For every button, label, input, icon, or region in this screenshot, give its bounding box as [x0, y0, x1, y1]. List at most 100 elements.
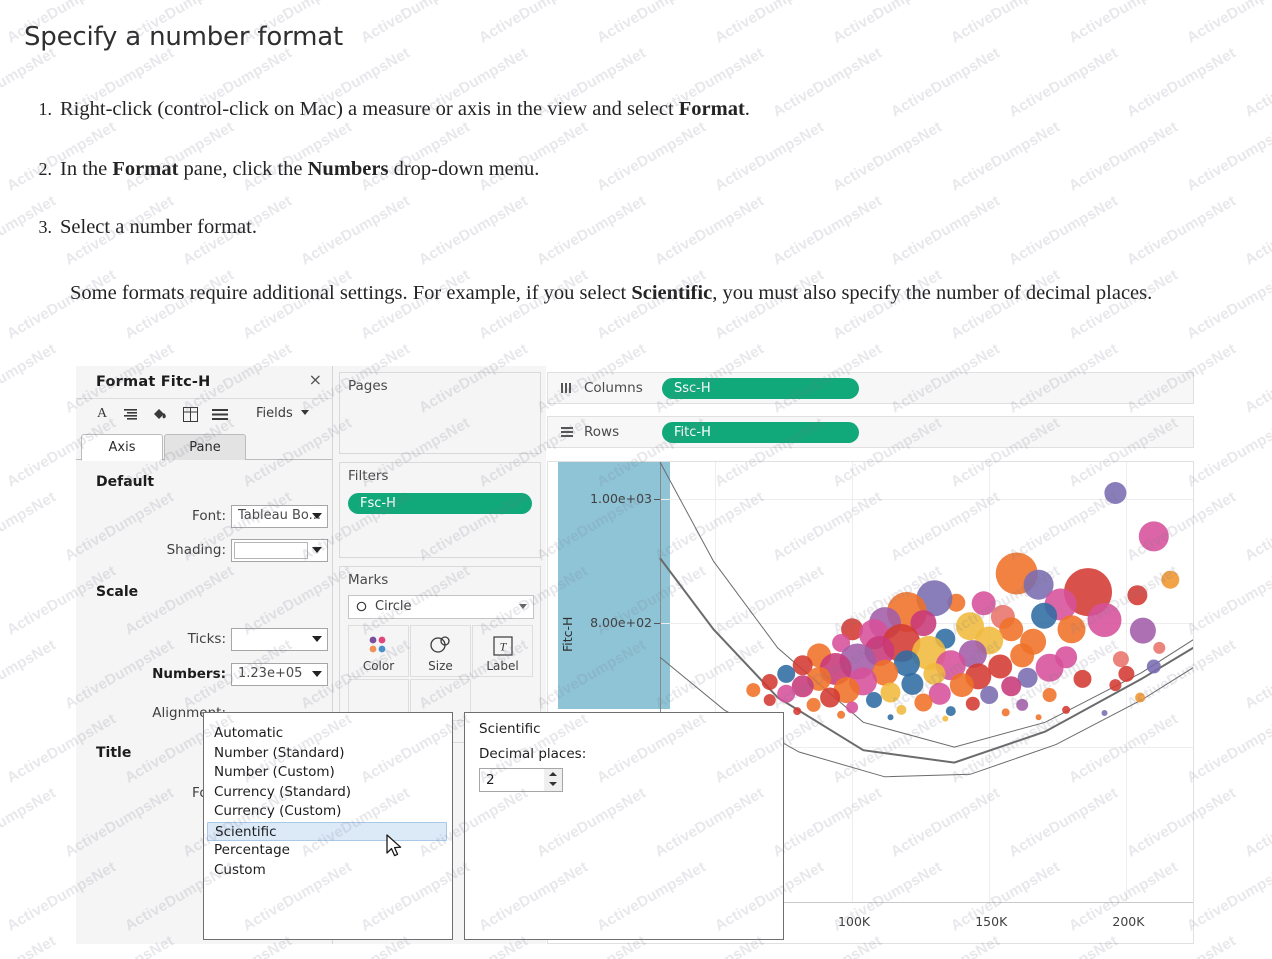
data-point[interactable] [763, 694, 776, 706]
numbers-dropdown[interactable]: 1.23e+05 [231, 663, 328, 686]
data-point[interactable] [1112, 651, 1129, 668]
decimal-places-label: Decimal places: [479, 746, 587, 762]
rows-shelf[interactable]: Rows Fitc-H [547, 416, 1194, 448]
data-point[interactable] [914, 693, 933, 712]
marks-label-label: Label [486, 659, 519, 673]
data-point[interactable] [1035, 714, 1042, 721]
watermark-text: ActiveDumpsNet [0, 266, 1, 342]
data-point[interactable] [793, 707, 802, 716]
data-point[interactable] [1161, 570, 1180, 589]
data-point[interactable] [761, 674, 778, 690]
data-point[interactable] [1016, 698, 1029, 711]
menu-item-currency-custom[interactable]: Currency (Custom) [207, 802, 447, 821]
data-point[interactable] [1035, 653, 1064, 682]
menu-item-automatic[interactable]: Automatic [207, 724, 447, 743]
columns-pill-ssc-h[interactable]: Ssc-H [662, 378, 859, 399]
data-point[interactable] [820, 687, 841, 708]
font-A-icon[interactable]: A [90, 403, 114, 425]
data-point[interactable] [846, 701, 859, 714]
lines-icon[interactable] [208, 403, 232, 425]
data-point[interactable] [1010, 643, 1035, 668]
data-point[interactable] [1031, 602, 1058, 629]
format-toolbar: A Fields [76, 399, 332, 431]
tab-pane[interactable]: Pane [164, 434, 246, 460]
rows-pill-fitc-h[interactable]: Fitc-H [662, 422, 859, 443]
menu-item-percentage[interactable]: Percentage [207, 841, 447, 860]
stepper-up-icon[interactable] [544, 769, 562, 779]
tab-axis[interactable]: Axis [81, 434, 163, 461]
menu-item-currency-standard[interactable]: Currency (Standard) [207, 783, 447, 802]
data-point[interactable] [1104, 482, 1127, 504]
menu-item-number-custom[interactable]: Number (Custom) [207, 763, 447, 782]
data-point[interactable] [980, 686, 999, 704]
scientific-settings-panel[interactable]: Scientific Decimal places: 2 [464, 712, 784, 940]
marks-type-dropdown[interactable]: Circle [348, 595, 534, 619]
data-point[interactable] [949, 673, 974, 698]
data-point[interactable] [1135, 692, 1146, 703]
numbers-label: Numbers: [152, 666, 226, 682]
stepper-down-icon[interactable] [544, 779, 562, 789]
data-point[interactable] [988, 654, 1013, 679]
close-icon[interactable]: × [309, 371, 322, 389]
data-point[interactable] [1042, 688, 1057, 702]
columns-shelf[interactable]: Columns Ssc-H [547, 372, 1194, 404]
data-point[interactable] [777, 684, 796, 703]
data-point[interactable] [1001, 676, 1022, 697]
watermark-text: ActiveDumpsNet [533, 192, 649, 269]
instruction-step-3: 3. Select a number format. [38, 216, 257, 238]
data-point[interactable] [1138, 521, 1169, 552]
data-point[interactable] [901, 672, 924, 695]
filters-card[interactable]: Filters Fsc-H [339, 462, 541, 558]
data-point[interactable] [866, 692, 882, 708]
data-point[interactable] [1001, 708, 1010, 717]
data-point[interactable] [896, 704, 907, 715]
shading-color-picker[interactable] [231, 539, 328, 562]
data-point[interactable] [1073, 669, 1092, 688]
menu-item-custom[interactable]: Custom [207, 861, 447, 880]
marks-label-button[interactable]: T Label [472, 625, 533, 677]
data-point[interactable] [1109, 679, 1122, 692]
data-point[interactable] [1062, 705, 1071, 714]
watermark-text: ActiveDumpsNet [0, 858, 1, 934]
data-point[interactable] [837, 710, 846, 719]
data-point[interactable] [746, 683, 761, 698]
data-point[interactable] [945, 706, 956, 717]
data-point[interactable] [1127, 585, 1148, 606]
data-point[interactable] [1101, 710, 1108, 716]
number-format-menu[interactable]: Automatic Number (Standard) Number (Custom… [203, 712, 453, 940]
data-point[interactable] [777, 664, 796, 683]
watermark-text: ActiveDumpsNet [0, 636, 59, 713]
decimal-places-stepper[interactable] [544, 768, 563, 792]
watermark-text: ActiveDumpsNet [1065, 0, 1181, 47]
alignment-icon[interactable] [118, 403, 142, 425]
menu-item-number-standard[interactable]: Number (Standard) [207, 744, 447, 763]
borders-grid-icon[interactable] [178, 403, 202, 425]
font-dropdown[interactable]: Tableau Bo... [231, 505, 328, 528]
data-point[interactable] [965, 696, 980, 711]
data-point[interactable] [806, 697, 821, 712]
decimal-places-input[interactable]: 2 [479, 768, 546, 792]
data-point[interactable] [887, 714, 894, 721]
data-point[interactable] [923, 662, 946, 685]
pages-card[interactable]: Pages [339, 372, 541, 454]
data-point[interactable] [880, 682, 901, 703]
fields-dropdown[interactable]: Fields [256, 406, 309, 421]
data-point[interactable] [1118, 665, 1135, 682]
menu-item-label: Number (Standard) [214, 744, 345, 761]
filter-pill-fsc-h[interactable]: Fsc-H [348, 493, 532, 514]
watermark-text: ActiveDumpsNet [1241, 340, 1272, 417]
data-point[interactable] [1153, 641, 1166, 654]
marks-size-button[interactable]: Size [410, 625, 471, 677]
svg-text:T: T [500, 640, 508, 654]
data-point[interactable] [1129, 617, 1156, 644]
marks-color-button[interactable]: Color [348, 625, 409, 677]
menu-item-scientific[interactable]: Scientific [207, 821, 447, 841]
ticks-dropdown[interactable] [231, 628, 328, 651]
paint-bucket-icon[interactable] [148, 403, 172, 425]
data-point[interactable] [1087, 603, 1122, 637]
data-point[interactable] [1146, 659, 1161, 674]
data-point[interactable] [942, 715, 949, 722]
shading-label: Shading: [166, 542, 226, 558]
data-point[interactable] [1057, 615, 1086, 644]
watermark-text: ActiveDumpsNet [475, 0, 591, 47]
